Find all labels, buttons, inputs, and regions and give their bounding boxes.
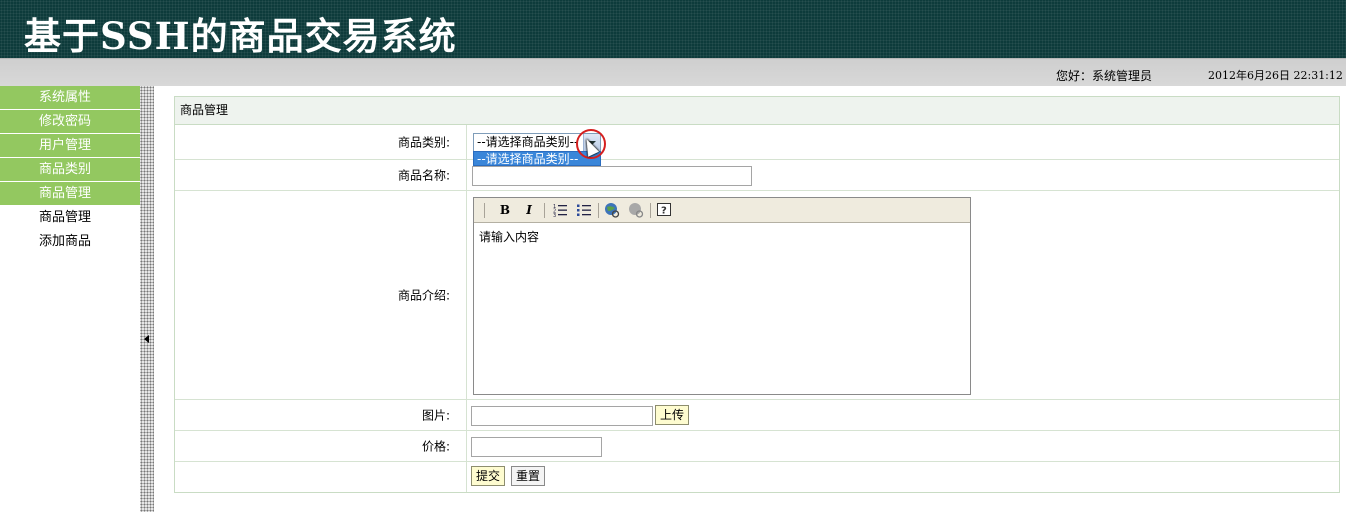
sidebar-item-system-properties[interactable]: 系统属性 [0,86,140,110]
form-row-name: 商品名称: [175,160,1339,191]
reset-button[interactable]: 重置 [511,466,545,486]
image-path-input[interactable] [471,406,653,426]
category-selected-value: --请选择商品类别-- [477,135,579,149]
app-header: 基于SSH的商品交易系统 [0,0,1346,58]
collapse-arrow-icon[interactable] [144,335,149,343]
app-title: 基于SSH的商品交易系统 [24,14,457,58]
info-bar: 您好：系统管理员 2012年6月26日 22:31:12 [0,58,1346,86]
current-datetime: 2012年6月26日 22:31:12 [1208,69,1343,82]
sidebar-subitem-product-management[interactable]: 商品管理 [0,206,140,230]
unlink-icon[interactable] [628,202,644,218]
submit-button[interactable]: 提交 [471,466,505,486]
sidebar-item-product-management[interactable]: 商品管理 [0,182,140,206]
form-row-category: 商品类别: --请选择商品类别-- --请选择商品类别-- [175,125,1339,166]
name-label: 商品名称: [397,168,450,183]
price-input[interactable] [471,437,602,457]
user-greeting: 您好：系统管理员 [1056,69,1153,83]
form-row-actions: 提交 重置 [175,462,1339,492]
ordered-list-icon[interactable]: 1 2 3 [552,202,568,218]
sidebar-item-product-category[interactable]: 商品类别 [0,158,140,182]
rich-text-editor: B I 1 2 3 ? 请输入内容 [473,197,971,395]
sidebar-item-change-password[interactable]: 修改密码 [0,110,140,134]
unordered-list-icon[interactable] [576,202,592,218]
price-label: 价格: [421,439,450,454]
toolbar-separator [544,203,545,218]
svg-text:?: ? [661,206,667,217]
product-form-panel: 商品管理 商品类别: --请选择商品类别-- --请选择商品类别-- 商品名称:… [174,96,1340,493]
product-name-input[interactable] [472,166,752,186]
sidebar-subitem-add-product[interactable]: 添加商品 [0,230,140,254]
editor-content-area[interactable]: 请输入内容 [474,223,970,250]
bold-icon[interactable]: B [498,202,512,218]
editor-toolbar: B I 1 2 3 ? [474,198,970,223]
toolbar-separator [484,203,485,218]
form-row-image: 图片: 上传 [175,400,1339,431]
sidebar: 系统属性 修改密码 用户管理 商品类别 商品管理 商品管理 添加商品 [0,86,140,512]
italic-icon[interactable]: I [522,202,536,218]
intro-label: 商品介绍: [397,288,450,303]
form-row-intro: 商品介绍: B I 1 2 3 ? 请输入内容 [175,191,1339,400]
toolbar-separator [650,203,651,218]
sidebar-item-user-management[interactable]: 用户管理 [0,134,140,158]
link-icon[interactable] [604,202,620,218]
help-icon[interactable]: ? [656,202,672,218]
image-label: 图片: [421,408,450,423]
upload-button[interactable]: 上传 [655,405,689,425]
svg-text:3: 3 [553,213,556,218]
category-label: 商品类别: [397,135,450,150]
form-row-price: 价格: [175,431,1339,462]
panel-title: 商品管理 [175,97,1339,125]
sidebar-splitter[interactable] [140,86,154,512]
toolbar-separator [598,203,599,218]
